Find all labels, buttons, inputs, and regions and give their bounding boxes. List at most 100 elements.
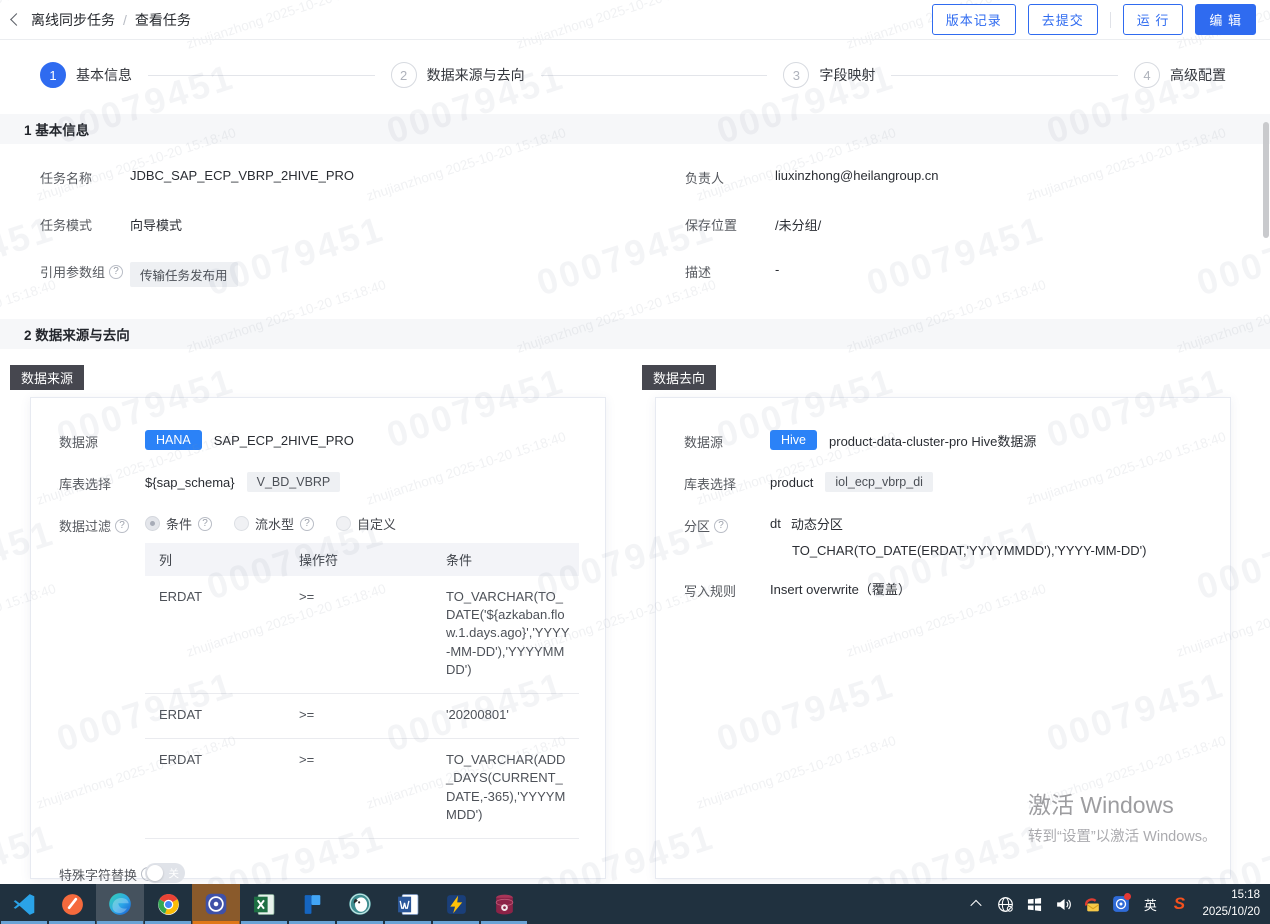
radio-streaming[interactable]: 流水型	[234, 514, 314, 533]
toggle-label: 关	[169, 866, 180, 881]
back-icon[interactable]	[10, 13, 23, 26]
partition-expression: TO_CHAR(TO_DATE(ERDAT,'YYYYMMDD'),'YYYY-…	[792, 543, 1146, 558]
field-label: 库表选择	[684, 472, 770, 493]
datasource-name: product-data-cluster-pro Hive数据源	[829, 431, 1036, 450]
foxmail-tray-icon[interactable]	[1082, 884, 1102, 924]
filter-row: ERDAT >= TO_VARCHAR(TO_DATE('${azkaban.f…	[145, 576, 579, 693]
go-submit-button[interactable]: 去提交	[1028, 4, 1098, 35]
taskbar-word[interactable]	[384, 884, 432, 924]
edit-button[interactable]: 编 辑	[1195, 4, 1256, 35]
basic-info-form: 任务名称 JDBC_SAP_ECP_VBRP_2HIVE_PRO 任务模式 向导…	[0, 144, 1270, 305]
source-panel: 数据源 HANA SAP_ECP_2HIVE_PRO 库表选择 ${sap_sc…	[30, 397, 606, 879]
filter-row: ERDAT >= TO_VARCHAR(ADD_DAYS(CURRENT_DAT…	[145, 739, 579, 839]
volume-icon[interactable]	[1053, 884, 1073, 924]
field-label: 负责人	[685, 168, 775, 187]
filter-condition: TO_VARCHAR(ADD_DAYS(CURRENT_DATE,-365),'…	[432, 739, 579, 839]
source-filter-row: 数据过滤 条件 流水型 自定义	[59, 514, 581, 535]
partition-field: dt	[770, 516, 781, 531]
step-number: 3	[783, 62, 809, 88]
help-icon[interactable]	[714, 519, 728, 533]
taskbar-mail-app[interactable]	[432, 884, 480, 924]
filter-table: 列 操作符 条件 ERDAT >= TO_VARCHAR(TO_DATE('${…	[145, 543, 579, 839]
field-label: 写入规则	[684, 579, 770, 600]
database-app-icon	[492, 892, 517, 917]
taskbar-pen-app[interactable]	[48, 884, 96, 924]
param-group-tag: 传输任务发布用	[130, 262, 238, 287]
taskbar-chrome[interactable]	[144, 884, 192, 924]
filter-condition: '20200801'	[432, 693, 579, 738]
table-tag: V_BD_VBRP	[247, 472, 341, 492]
chrome-icon	[156, 892, 181, 917]
stepper: 1 基本信息 2 数据来源与去向 3 字段映射 4 高级配置	[0, 50, 1270, 100]
field-label: 保存位置	[685, 215, 775, 234]
taskbar-database-app[interactable]	[480, 884, 528, 924]
toggle-knob	[147, 865, 163, 881]
windows-grid-icon[interactable]	[1024, 884, 1044, 924]
field-label: 引用参数组	[40, 262, 105, 281]
filter-column: ERDAT	[145, 739, 285, 839]
step-advanced-config[interactable]: 4 高级配置	[1134, 62, 1226, 88]
help-icon[interactable]	[109, 265, 123, 279]
taskbar-vscode[interactable]	[0, 884, 48, 924]
filter-operator: >=	[285, 693, 432, 738]
radio-dot	[145, 516, 160, 531]
step-label: 数据来源与去向	[427, 65, 525, 85]
vertical-scrollbar-thumb[interactable]	[1263, 122, 1269, 238]
pen-app-icon	[60, 892, 85, 917]
vscode-icon	[12, 892, 37, 917]
step-number: 4	[1134, 62, 1160, 88]
network-globe-icon[interactable]	[995, 884, 1015, 924]
schema-value: ${sap_schema}	[145, 475, 235, 490]
special-char-toggle[interactable]: 关	[145, 863, 185, 883]
taskbar: 英 S 15:18 2025/10/20	[0, 884, 1270, 924]
task-mode-value: 向导模式	[130, 215, 182, 234]
datasource-name: SAP_ECP_2HIVE_PRO	[214, 433, 354, 448]
database-value: product	[770, 475, 813, 490]
field-description: 描述 -	[635, 248, 1270, 295]
field-owner: 负责人 liuxinzhong@heilangroup.cn	[635, 154, 1270, 201]
notify-app-icon[interactable]	[1111, 884, 1131, 924]
owner-value: liuxinzhong@heilangroup.cn	[775, 168, 939, 183]
radio-condition[interactable]: 条件	[145, 514, 212, 533]
dest-datasource-row: 数据源 Hive product-data-cluster-pro Hive数据…	[684, 430, 1206, 451]
word-icon	[396, 892, 421, 917]
filter-row: ERDAT >= '20200801'	[145, 693, 579, 738]
run-button[interactable]: 运 行	[1123, 4, 1184, 35]
field-label: 任务名称	[40, 168, 130, 187]
task-name-value: JDBC_SAP_ECP_VBRP_2HIVE_PRO	[130, 168, 354, 183]
taskbar-excel[interactable]	[240, 884, 288, 924]
version-history-button[interactable]: 版本记录	[932, 4, 1016, 35]
step-basic-info[interactable]: 1 基本信息	[40, 62, 132, 88]
field-label: 数据源	[59, 430, 145, 451]
field-label: 分区	[684, 516, 710, 535]
breadcrumb-parent[interactable]: 离线同步任务	[31, 10, 115, 30]
mail-app-icon	[444, 892, 469, 917]
help-icon[interactable]	[115, 519, 129, 533]
tray-expand-chevron[interactable]	[966, 884, 986, 924]
clock[interactable]: 15:18 2025/10/20	[1198, 887, 1260, 920]
field-label: 任务模式	[40, 215, 130, 234]
clock-date: 2025/10/20	[1202, 904, 1260, 921]
column-header: 操作符	[285, 543, 432, 576]
step-source-dest[interactable]: 2 数据来源与去向	[391, 62, 525, 88]
field-label: 数据过滤	[59, 516, 111, 535]
taskbar-pet-app[interactable]	[336, 884, 384, 924]
docs-app-icon	[300, 892, 325, 917]
help-icon[interactable]	[300, 517, 314, 531]
ime-indicator[interactable]: 英	[1140, 884, 1160, 924]
filter-operator: >=	[285, 576, 432, 693]
taskbar-sync-app[interactable]	[192, 884, 240, 924]
field-label: 描述	[685, 262, 775, 281]
write-rule-row: 写入规则 Insert overwrite（覆盖）	[684, 579, 1206, 600]
write-rule-value: Insert overwrite（覆盖）	[770, 579, 911, 598]
step-number: 2	[391, 62, 417, 88]
taskbar-edge[interactable]	[96, 884, 144, 924]
help-icon[interactable]	[198, 517, 212, 531]
column-header: 条件	[432, 543, 579, 576]
taskbar-docs-app[interactable]	[288, 884, 336, 924]
breadcrumb-current: 查看任务	[135, 10, 191, 30]
sogou-icon[interactable]: S	[1169, 884, 1189, 924]
radio-custom[interactable]: 自定义	[336, 514, 396, 533]
step-field-mapping[interactable]: 3 字段映射	[783, 62, 875, 88]
field-label: 数据源	[684, 430, 770, 451]
